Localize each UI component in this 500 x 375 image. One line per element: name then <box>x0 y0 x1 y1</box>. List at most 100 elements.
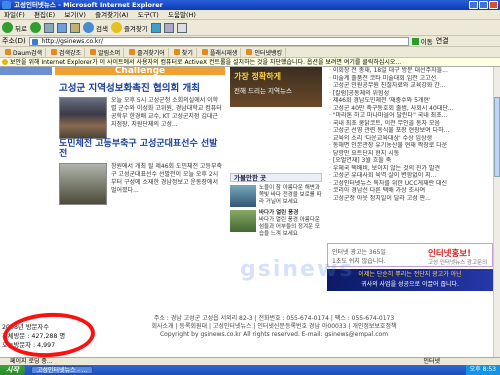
challenge-banner[interactable]: Challenge <box>55 67 225 75</box>
refresh-button[interactable] <box>56 22 67 33</box>
headline-2[interactable]: 도민체전 고등부축구 고성군대표선수 선발전 <box>59 139 225 159</box>
promo-sub: 고성 인터넷뉴스 광고문의 <box>428 260 488 266</box>
flyer-line-2: 귀사의 사업을 성공으로 이끌어 줍니다. <box>361 281 459 288</box>
place-item[interactable]: 노을이 참 아름다운 해변과 쪽빛 바다 전경을 보로를 따라 거닐어 보세요 <box>230 185 322 207</box>
home-button[interactable] <box>69 22 80 33</box>
menu-favorites[interactable]: 즐겨찾기(A) <box>95 11 128 19</box>
back-button[interactable]: 뒤로 <box>2 22 27 33</box>
total-visits-value: 427,288 명 <box>31 333 66 340</box>
news-list-item[interactable]: 이회창 전 총재, 18일 대구 방문 대선주자들... <box>329 67 493 75</box>
search-icon <box>82 22 94 33</box>
ad-flyer-banner[interactable]: 이제는 단순히 뿌리는 전단지 광고가 아닌 귀사의 사업을 성공으로 이끌어 … <box>327 269 493 291</box>
title-bar: 고성인터넷뉴스 - Microsoft Internet Explorer <box>0 0 500 10</box>
place-description: 바다가 열린 풍경 아름다운 섬들과 어부들의 정겨운 모습을 느껴 보세요 <box>259 217 320 237</box>
place-thumbnail <box>230 210 256 232</box>
today-visits-value: 4,997 <box>37 342 56 349</box>
security-info-bar[interactable]: 보안을 위해 Internet Explorer가 이 사이트에서 사용자의 컴… <box>0 58 500 67</box>
footer-links[interactable]: 회사소개 | 등록회원대 | 고성인터넷뉴스 | 인터넷신문등록번호 경남 아0… <box>55 323 493 331</box>
news-list-item[interactable]: 동해면 인본관장 유기농산물 현재 짝장로 다운 <box>329 142 493 150</box>
banner-top-text: 가장 정확하게 <box>234 72 281 81</box>
link-bookmark[interactable]: 즐겨찾기어 <box>126 47 169 57</box>
place-item[interactable]: 바다가 열린 풍경 바다가 열린 풍경 아름다운 섬들과 어부들의 정겨운 모습을… <box>230 210 322 238</box>
news-list-item[interactable]: 고성군청 아웃 정치일이 달라 고성 판... <box>329 195 493 203</box>
right-news-list: 이회창 전 총재, 18일 대구 방문 대선주자들... 미술계 출품전 코타 … <box>325 67 493 307</box>
back-arrow-icon <box>2 22 13 33</box>
news-list-item[interactable]: 고성군 민원공무원 친절자료와 교육강화 간... <box>329 82 493 90</box>
left-sidebar-header <box>0 67 52 75</box>
place-description: 노을이 참 아름다운 해변과 쪽빛 바다 전경을 보로를 따라 거닐어 보세요 <box>259 185 322 205</box>
favorites-button[interactable]: 즐겨찾기 <box>110 22 148 33</box>
minimize-button[interactable] <box>469 1 478 9</box>
forward-button[interactable] <box>29 22 41 33</box>
toolbar: 뒤로 검색 즐겨찾기 <box>0 20 500 36</box>
menu-bar: 파일(F) 편집(E) 보기(V) 즐겨찾기(A) 도구(T) 도움말(H) <box>0 10 500 20</box>
news-list-item[interactable]: 코리아 경남선 다른 택배 가상 조사여 <box>329 187 493 195</box>
news-list-item[interactable]: 고성군 유대사회 육역 살이 변함없이 지... <box>329 172 493 180</box>
mail-button[interactable] <box>163 22 174 33</box>
flyer-line-1: 이제는 단순히 뿌리는 전단지 광고가 아닌 <box>358 271 462 278</box>
address-input[interactable]: http://gsinews.co.kr/ <box>28 36 409 46</box>
menu-view[interactable]: 보기(V) <box>64 11 85 19</box>
menu-edit[interactable]: 편집(E) <box>34 11 55 19</box>
bell-icon <box>90 49 97 55</box>
headline-1[interactable]: 고성군 지역성보화촉진 협의회 개최 <box>59 80 225 94</box>
visitor-title: 2008년 방문자수 <box>2 324 49 331</box>
link-search-highlight[interactable]: 검색강조 <box>48 47 86 57</box>
news-list-item[interactable]: 우체국 택배비, 보이지 않는 것의 진가 발견 <box>329 165 493 173</box>
left-sidebar <box>0 67 52 307</box>
footer-copyright: Copyright by gsinews.co.kr All rights re… <box>159 331 389 338</box>
news-list-item[interactable]: 국내 최초 쿵닭코트, 이전 무인골 동차 모음 <box>329 120 493 128</box>
news-photo-meeting[interactable] <box>59 97 107 139</box>
taskbar-window-button[interactable]: 고성인터넷뉴스 - ... <box>30 366 94 374</box>
start-button[interactable]: 시작 <box>0 365 25 375</box>
history-button[interactable] <box>150 22 161 33</box>
stop-button[interactable] <box>43 22 54 33</box>
go-button[interactable]: 이동 <box>412 36 433 46</box>
menu-tools[interactable]: 도구(T) <box>138 11 159 19</box>
system-clock: 오후 8:53 <box>465 365 500 375</box>
close-button[interactable] <box>489 1 498 9</box>
links-label[interactable]: 연결 <box>436 36 449 46</box>
links-bar: Daum검색 검색강조 알림소머 즐겨찾기어 찾기 플래시재생 인터넷뱅킹 <box>0 47 500 58</box>
place-title: 바다가 열린 풍경 <box>259 210 299 216</box>
vertical-scrollbar[interactable] <box>493 67 500 357</box>
news-list-item[interactable]: "마라톤 하고 마나마을어 달린다" 국내 최초... <box>329 112 493 120</box>
flash-icon <box>201 49 208 55</box>
print-button[interactable] <box>176 22 187 33</box>
find-icon <box>173 49 180 55</box>
local-news-banner[interactable]: 가장 정확하게 전해 드리는 지역뉴스 <box>230 67 322 107</box>
link-notify[interactable]: 알림소머 <box>87 47 125 57</box>
link-find[interactable]: 찾기 <box>171 47 197 57</box>
places-box-title[interactable]: 가볼만한 곳 <box>230 173 322 182</box>
news-list-item[interactable]: 당항만 요트단지 현지 시동 <box>329 150 493 158</box>
link-flash[interactable]: 플래시재생 <box>199 47 242 57</box>
news-list-item[interactable]: [칼럼]공동체의 위험성 <box>329 90 493 98</box>
news-list-item[interactable]: 제46회 경남도민체전 '재충수와 5개현' <box>329 97 493 105</box>
daum-icon <box>5 49 11 55</box>
menu-file[interactable]: 파일(F) <box>4 11 25 19</box>
scrollbar-thumb[interactable] <box>494 97 500 177</box>
link-banking[interactable]: 인터넷뱅킹 <box>243 47 287 57</box>
news-list-item[interactable]: 고성군 선영 관련 동식물 포장 현장보여 다하... <box>329 127 493 135</box>
news-list-item[interactable]: 교육의 소리 '다운교육대상' 수상 입상생 <box>329 135 493 143</box>
place-thumbnail <box>230 185 256 207</box>
ad-promo-banner[interactable]: 인터넷 광고는 365일 1초도 쉬지 않습니다. 인터넷홍보! 고성 인터넷뉴… <box>327 243 493 267</box>
news-list-item[interactable]: 고성군 40만 축구동호회 출범, 사회시 40대단... <box>329 105 493 113</box>
star-icon <box>110 22 122 33</box>
search-button[interactable]: 검색 <box>82 22 108 33</box>
news-photo-soccer[interactable] <box>59 163 107 205</box>
banner-bottom-text: 전해 드리는 지역뉴스 <box>234 87 292 95</box>
maximize-button[interactable] <box>479 1 488 9</box>
menu-help[interactable]: 도움말(H) <box>168 11 196 19</box>
news-list-item[interactable]: 고성인터넷뉴스 독자를 위한 UCC게재란 대신 <box>329 180 493 188</box>
main-news: Challenge 고성군 지역성보화촉진 협의회 개최 오늘 오후 5시 고성… <box>55 67 225 307</box>
news-list-item[interactable]: [오벌연재] 3월 흐들 축 <box>329 157 493 165</box>
page-content: Challenge 고성군 지역성보화촉진 협의회 개최 오늘 오후 5시 고성… <box>0 67 493 357</box>
news-list-item[interactable]: 미술계 출품전 코타 미술대회 입전 고고선 <box>329 75 493 83</box>
window-controls <box>469 1 498 9</box>
bookmark-icon <box>129 49 136 55</box>
window-title: 고성인터넷뉴스 - Microsoft Internet Explorer <box>14 1 163 9</box>
middle-column: 가장 정확하게 전해 드리는 지역뉴스 가볼만한 곳 노을이 참 아름다운 해변… <box>230 67 322 307</box>
visitor-counter: 2008년 방문자수 전체방문 : 427,288 명 오늘방문자 : 4,99… <box>2 324 66 349</box>
link-daum-search[interactable]: Daum검색 <box>2 47 46 57</box>
